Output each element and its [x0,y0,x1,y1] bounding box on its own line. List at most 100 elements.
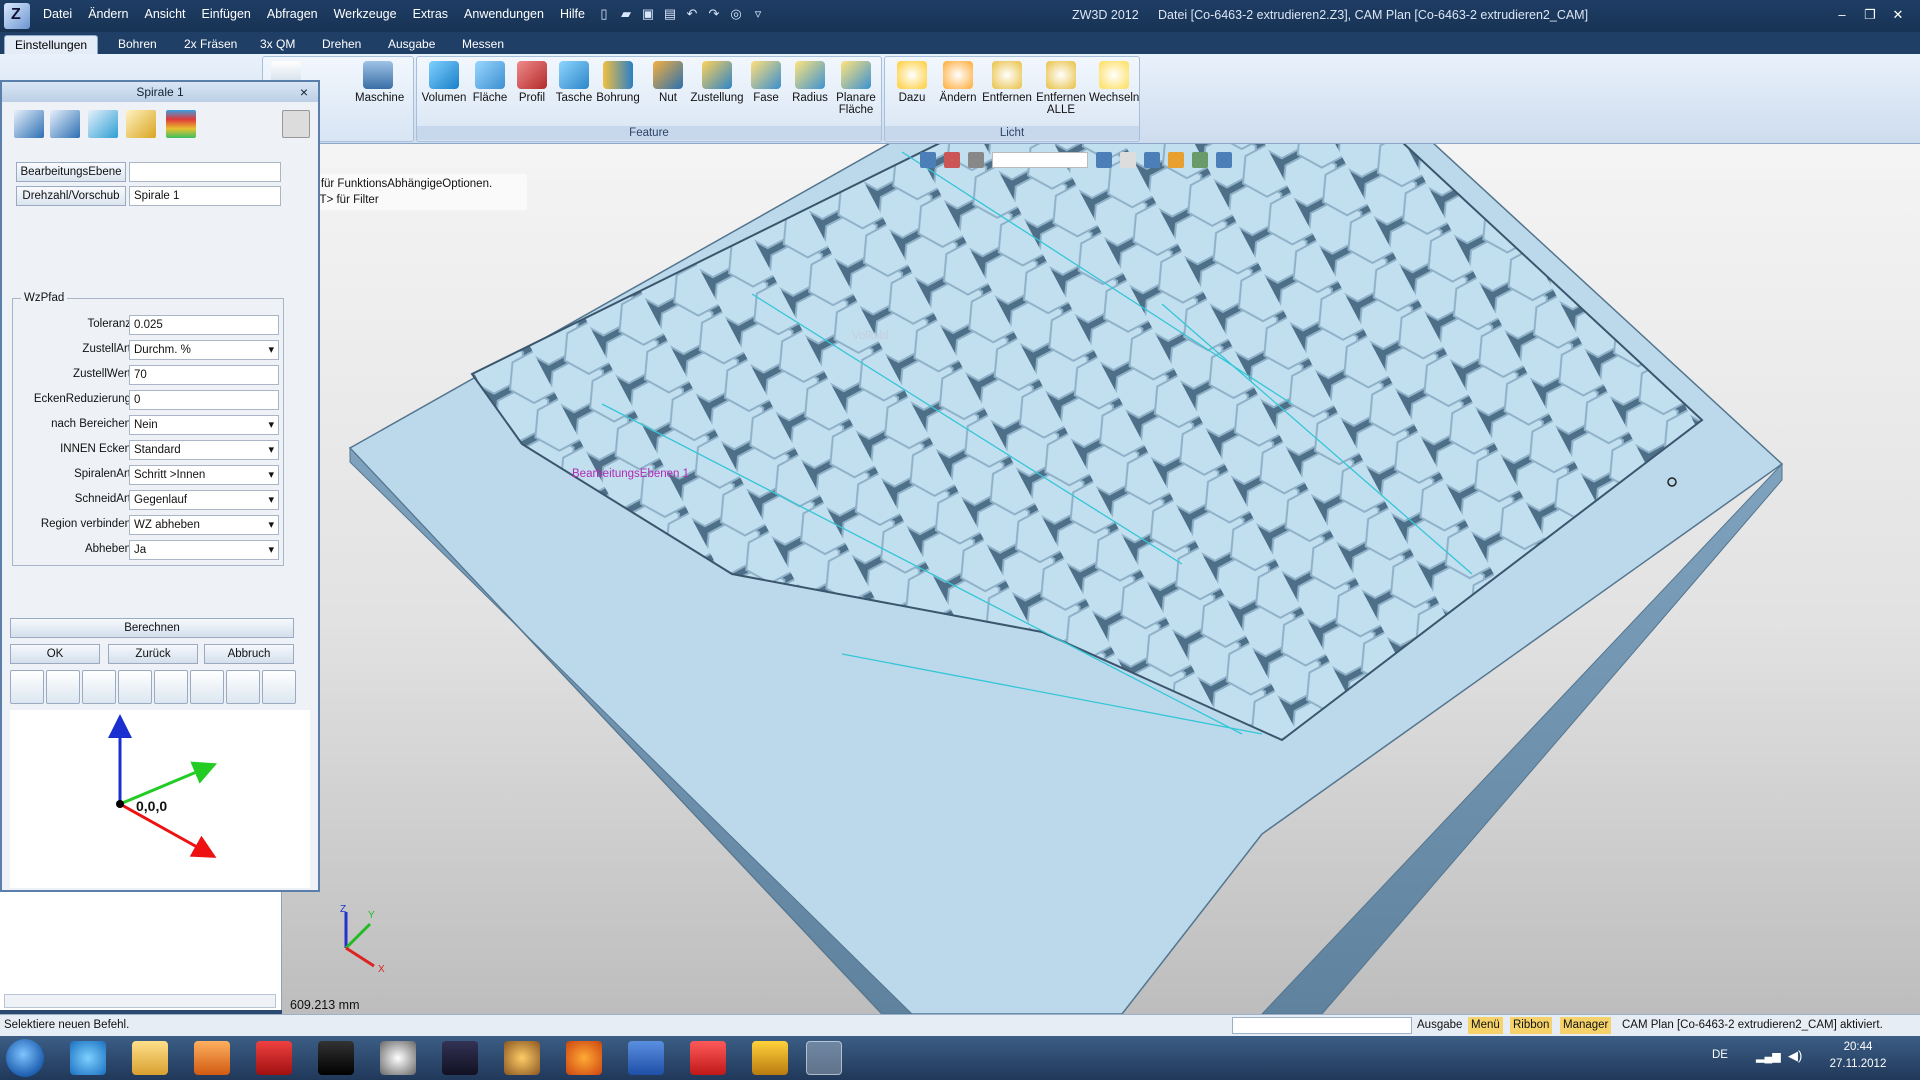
tray-language[interactable]: DE [1712,1049,1728,1061]
minimize-icon[interactable]: – [1828,4,1856,26]
innen-ecken-select[interactable]: Standard [129,440,279,460]
tab-2x-fraesen[interactable]: 2x Fräsen [174,35,247,54]
print-icon[interactable]: ▤ [662,6,678,22]
menu-werkzeuge[interactable]: Werkzeuge [327,7,404,21]
app-m-icon[interactable] [690,1041,726,1075]
nach-bereichen-select[interactable]: Nein [129,415,279,435]
app-dark-icon[interactable] [318,1041,354,1075]
berechnen-button[interactable]: Berechnen [10,618,294,638]
zustellwert-input[interactable]: 70 [129,365,279,385]
close-icon[interactable]: × [300,82,308,102]
view-render-icon[interactable] [1168,152,1184,168]
close-icon[interactable]: ✕ [1884,4,1912,26]
licht-aendern-button[interactable]: Ändern [935,61,981,104]
tool-icon[interactable] [50,110,80,138]
customize-qat-icon[interactable]: ▿ [750,6,766,22]
undo-icon[interactable]: ↶ [684,6,700,22]
new-file-icon[interactable]: ▯ [596,6,612,22]
fase-button[interactable]: Fase [743,61,789,104]
restore-icon[interactable]: ❐ [1856,4,1884,26]
volume-icon[interactable]: ◀) [1788,1048,1802,1064]
zustellung-button[interactable]: Zustellung [689,61,745,104]
refresh-icon[interactable]: ◎ [728,6,744,22]
volumen-button[interactable]: Volumen [421,61,467,104]
statusbar-tab-menue[interactable]: Menü [1468,1017,1503,1034]
statusbar-tab-ribbon[interactable]: Ribbon [1510,1017,1553,1034]
edit-icon[interactable] [46,670,80,704]
radius-button[interactable]: Radius [787,61,833,104]
menu-ansicht[interactable]: Ansicht [138,7,193,21]
planare-flaeche-button[interactable]: Planare Fläche [831,61,881,116]
help-icon[interactable] [262,670,296,704]
region-verbinden-select[interactable]: WZ abheben [129,515,279,535]
menu-hilfe[interactable]: Hilfe [553,7,592,21]
tab-messen[interactable]: Messen [452,35,514,54]
profil-button[interactable]: Profil [509,61,555,104]
schneidart-select[interactable]: Gegenlauf [129,490,279,510]
licht-wechseln-button[interactable]: Wechseln [1089,61,1139,104]
eckenreduzierung-input[interactable]: 0 [129,390,279,410]
save-icon[interactable]: ▣ [640,6,656,22]
parameters-icon[interactable] [166,110,196,138]
explorer-icon[interactable] [132,1041,168,1075]
toleranz-input[interactable]: 0.025 [129,315,279,335]
command-input[interactable] [1232,1017,1412,1034]
app-tools-icon[interactable] [752,1041,788,1075]
tab-3x-qm[interactable]: 3x QM [250,35,305,54]
dialog-titlebar[interactable]: Spirale 1 × [2,82,318,102]
view-funnel-icon[interactable] [968,152,984,168]
tab-ausgabe[interactable]: Ausgabe [378,35,445,54]
app-logo-icon[interactable] [4,3,30,29]
maschine-button[interactable]: Maschine [355,61,404,104]
view-shaded-icon[interactable] [1144,152,1160,168]
tasche-button[interactable]: Tasche [551,61,597,104]
zurueck-button[interactable]: Zurück [108,644,198,664]
licht-entfernen-alle-button[interactable]: Entfernen ALLE [1035,61,1087,116]
view-filter-field[interactable] [992,152,1088,168]
app-terminal-icon[interactable] [442,1041,478,1075]
licht-dazu-button[interactable]: Dazu [889,61,935,104]
open-file-icon[interactable]: ▰ [618,6,634,22]
view-wireframe-icon[interactable] [1120,152,1136,168]
tray-date[interactable]: 27.11.2012 [1818,1058,1898,1070]
licht-entfernen-button[interactable]: Entfernen [981,61,1033,104]
menu-anwendungen[interactable]: Anwendungen [457,7,551,21]
menu-aendern[interactable]: Ändern [81,7,135,21]
verify-icon[interactable] [154,670,188,704]
view-orient-icon[interactable] [1216,152,1232,168]
view-cube-icon[interactable] [1096,152,1112,168]
lightbulb-icon[interactable] [10,670,44,704]
save-icon[interactable] [190,670,224,704]
operation-setup-icon[interactable] [14,110,44,138]
tray-time[interactable]: 20:44 [1818,1041,1898,1053]
zustellart-select[interactable]: Durchm. % [129,340,279,360]
bearbeitungsebene-field[interactable] [129,162,281,182]
spiralenart-select[interactable]: Schritt >Innen [129,465,279,485]
feed-icon[interactable] [88,110,118,138]
ok-button[interactable]: OK [10,644,100,664]
abbruch-button[interactable]: Abbruch [204,644,294,664]
menu-datei[interactable]: Datei [36,7,79,21]
start-button-icon[interactable] [6,1039,44,1077]
tab-drehen[interactable]: Drehen [312,35,371,54]
abheben-select[interactable]: Ja [129,540,279,560]
view-filter-icon[interactable] [920,152,936,168]
view-pick-icon[interactable] [944,152,960,168]
bohrung-button[interactable]: Bohrung [595,61,641,104]
word-icon[interactable] [628,1041,664,1075]
media-player-icon[interactable] [194,1041,230,1075]
drehzahl-vorschub-field[interactable]: Spirale 1 [129,186,281,206]
spiral-pattern-icon[interactable] [282,110,310,138]
stock-icon[interactable] [126,110,156,138]
menu-abfragen[interactable]: Abfragen [260,7,325,21]
load-icon[interactable] [226,670,260,704]
app-figure-icon[interactable] [504,1041,540,1075]
statusbar-tab-manager[interactable]: Manager [1560,1017,1612,1034]
bearbeitungsebene-button[interactable]: BearbeitungsEbene [16,162,126,182]
firefox-icon[interactable] [566,1041,602,1075]
manager-panel[interactable] [0,892,282,1010]
ie-icon[interactable] [70,1041,106,1075]
toolpath-icon[interactable] [82,670,116,704]
network-icon[interactable]: ▂▄▆ [1756,1050,1781,1063]
view-style-icon[interactable] [1192,152,1208,168]
